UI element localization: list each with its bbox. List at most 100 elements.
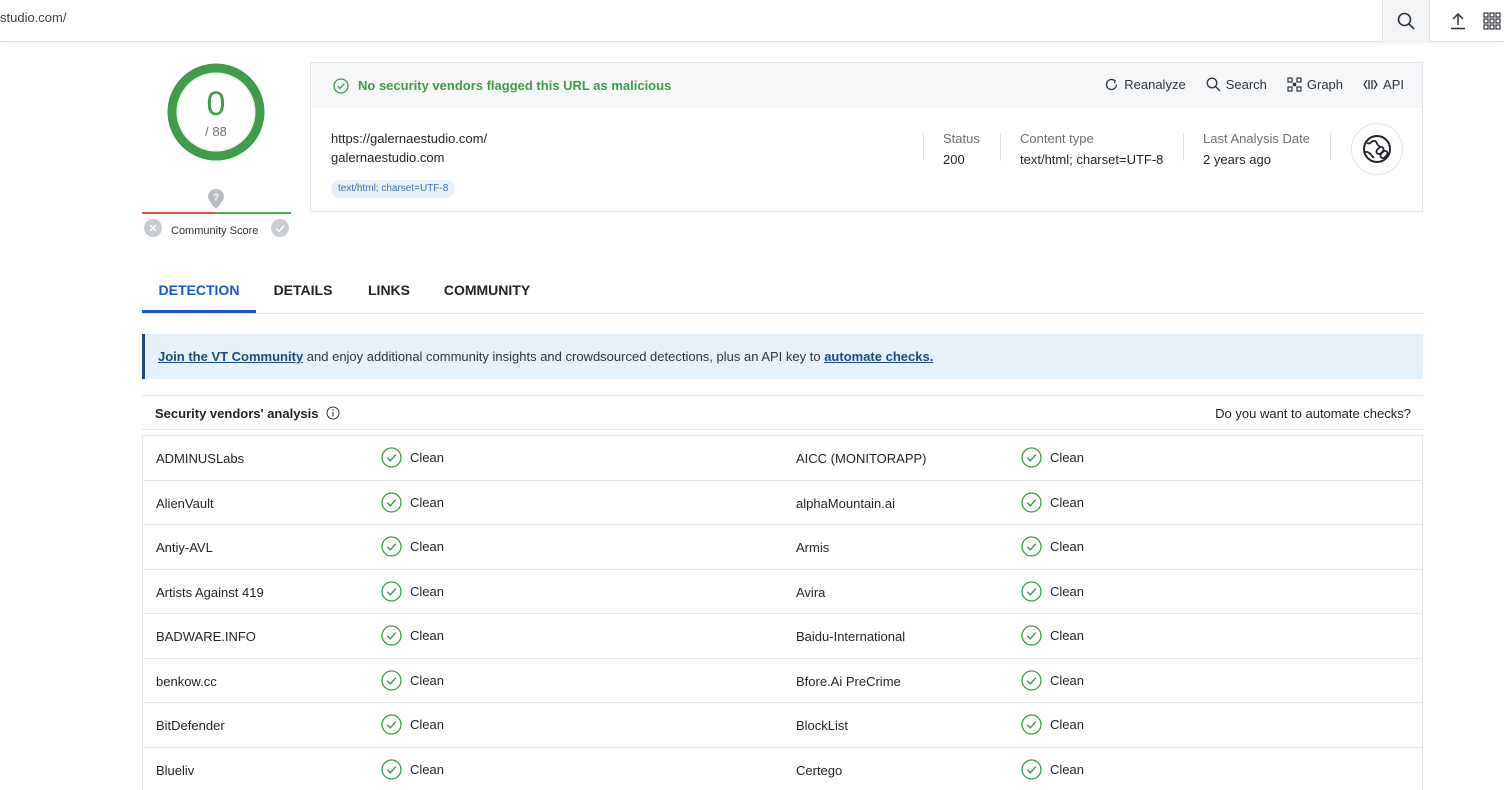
vendor-result-label: Clean (1050, 494, 1084, 510)
vendor-result: Clean (381, 669, 444, 691)
table-row: BitDefender Clean BlockList Clean (143, 703, 1422, 748)
vendor-result-label: Clean (1050, 672, 1084, 688)
tab-links[interactable]: LINKS (350, 270, 428, 313)
vendor-result-label: Clean (410, 494, 444, 510)
tab-details[interactable]: DETAILS (256, 270, 350, 313)
vendor-result-label: Clean (1050, 450, 1084, 465)
score-total: / 88 (205, 124, 227, 139)
vendor-result: Clean (1021, 580, 1084, 602)
vendor-result-label: Clean (1050, 628, 1084, 643)
apps-grid-icon (1483, 12, 1501, 30)
divider (1000, 133, 1001, 161)
info-icon[interactable] (326, 406, 340, 420)
clean-check-icon (381, 625, 402, 646)
vendor-result-label: Clean (410, 628, 444, 643)
clean-check-icon (1021, 625, 1042, 646)
clean-check-icon (1021, 536, 1042, 557)
analyzed-url: https://galernaestudio.com/ (331, 131, 488, 146)
reanalyze-button[interactable]: Reanalyze (1104, 77, 1186, 92)
refresh-icon (1106, 78, 1118, 91)
content-type-tag[interactable]: text/html; charset=UTF-8 (331, 180, 456, 198)
content-type-value: text/html; charset=UTF-8 (1020, 152, 1164, 167)
clean-check-icon (1021, 491, 1042, 513)
api-button[interactable]: API (1363, 77, 1404, 92)
url-globe-icon (1351, 123, 1403, 175)
automate-checks-link[interactable]: automate checks. (824, 349, 933, 364)
vendor-result: Clean (1021, 536, 1084, 557)
join-community-link[interactable]: Join the VT Community (158, 349, 303, 364)
vendor-name: AICC (MONITORAPP) (796, 451, 927, 466)
vendor-result: Clean (1021, 669, 1084, 691)
search-action-button[interactable]: Search (1206, 77, 1267, 92)
vendor-name: Armis (796, 540, 830, 555)
vendor-name: benkow.cc (156, 673, 217, 689)
clean-check-icon (1021, 669, 1042, 691)
detection-score: 0 / 88 (166, 62, 266, 162)
last-analysis-field: Last Analysis Date 2 years ago (1203, 131, 1310, 167)
vendor-result-label: Clean (410, 672, 444, 688)
svg-text:?: ? (213, 193, 219, 204)
vendor-name: BlockList (796, 718, 849, 733)
table-row: BADWARE.INFO Clean Baidu-International Clea… (143, 614, 1422, 659)
clean-check-icon (381, 758, 402, 780)
automate-checks-prompt[interactable]: Do you want to automate checks? (1215, 406, 1411, 421)
table-row: Blueliv Clean Certego Clean (143, 748, 1422, 790)
community-score-label: Community Score (171, 225, 259, 237)
vote-harmless-icon[interactable] (271, 219, 289, 237)
content-type-field: Content type text/html; charset=UTF-8 (1020, 131, 1163, 167)
banner-body: and enjoy additional community insights … (303, 349, 825, 364)
vendor-result: Clean (381, 714, 444, 735)
vendor-result: Clean (1021, 714, 1084, 735)
divider (1330, 133, 1331, 161)
vendor-result: Clean (381, 536, 444, 557)
summary-actions: Reanalyze Search Graph API (1104, 77, 1404, 92)
clean-check-icon (381, 669, 402, 691)
vendor-name: Blueliv (156, 762, 195, 778)
tab-detection[interactable]: DETECTION (142, 270, 256, 313)
apps-button[interactable] (1480, 0, 1504, 42)
vendor-name: Avira (796, 584, 826, 600)
search-button[interactable] (1382, 0, 1430, 42)
vendor-name: Baidu-International (796, 629, 906, 644)
clean-check-icon (1021, 758, 1042, 780)
status-field: Status 200 (943, 131, 980, 167)
analyzed-domain[interactable]: galernaestudio.com (331, 150, 444, 165)
tab-community[interactable]: COMMUNITY (428, 270, 546, 313)
clean-check-icon (381, 491, 402, 513)
tab-bar: DETECTION DETAILS LINKS COMMUNITY (142, 270, 1423, 314)
graph-label: Graph (1306, 77, 1344, 92)
check-circle-icon (333, 78, 349, 94)
status-label: Status (943, 131, 980, 146)
vendor-name: AlienVault (156, 495, 214, 511)
community-marker-icon: ? (208, 189, 224, 209)
address-url[interactable]: studio.com/ (0, 10, 66, 25)
vendor-result: Clean (1021, 491, 1084, 513)
vendor-name: BitDefender (156, 718, 225, 733)
table-row: AlienVault Clean alphaMountain.ai Clean (143, 481, 1422, 525)
vote-harmful-icon[interactable] (144, 219, 162, 237)
vendor-result: Clean (381, 447, 444, 468)
clean-check-icon (381, 447, 402, 468)
vendor-result: Clean (1021, 758, 1084, 780)
search-icon (1397, 12, 1415, 30)
vendor-result: Clean (381, 625, 444, 646)
graph-icon (1287, 77, 1302, 92)
vendor-result: Clean (381, 758, 444, 780)
community-score-bar-positive (216, 212, 291, 214)
vendor-result-label: Clean (410, 450, 444, 465)
vendor-result-label: Clean (410, 761, 444, 777)
last-analysis-value: 2 years ago (1203, 152, 1271, 167)
vendor-name: ADMINUSLabs (156, 451, 245, 466)
globe-link-icon (1363, 135, 1391, 163)
clean-check-icon (381, 580, 402, 602)
graph-button[interactable]: Graph (1287, 77, 1343, 92)
vendor-name: Antiy-AVL (156, 540, 213, 555)
vendors-title: Security vendors' analysis (155, 406, 319, 421)
vendor-name: Bfore.Ai PreCrime (796, 673, 901, 689)
api-label: API (1383, 77, 1404, 92)
upload-icon (1451, 12, 1465, 30)
banner-text: Join the VT Community and enjoy addition… (158, 349, 933, 364)
vendor-name: Certego (796, 762, 843, 778)
vendor-result-label: Clean (410, 539, 444, 554)
upload-button[interactable] (1434, 0, 1482, 42)
